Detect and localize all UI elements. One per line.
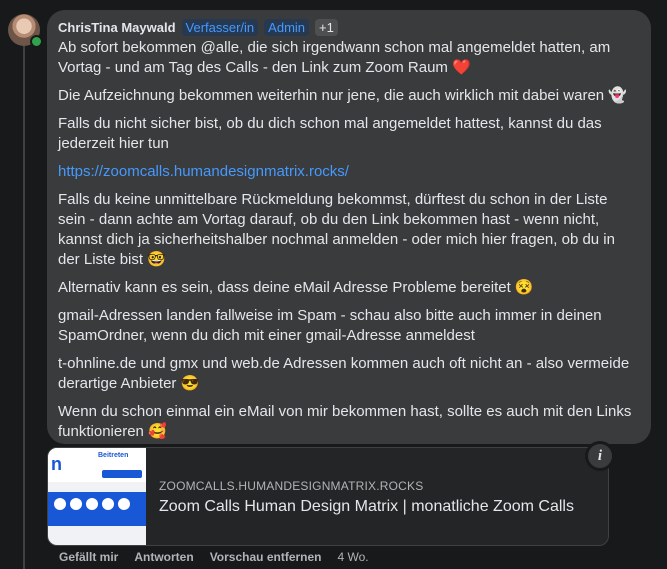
online-status-icon <box>30 35 43 48</box>
thread-line <box>23 44 25 569</box>
thumb-button-bar <box>102 470 142 478</box>
thumb-join-label: Beitreten <box>98 452 129 459</box>
thumb-logo: n <box>51 454 62 474</box>
comment-bubble: ChrisTina Maywald Verfasser/in Admin +1 … <box>47 10 651 444</box>
info-icon: i <box>588 444 612 468</box>
thumb-dot <box>54 498 66 510</box>
timestamp[interactable]: 4 Wo. <box>338 550 369 564</box>
preview-title[interactable]: Zoom Calls Human Design Matrix | monatli… <box>159 498 574 516</box>
comment-text: Ab sofort bekommen @alle, die sich irgen… <box>58 38 638 450</box>
paragraph: t-ohnline.de und gmx und web.de Adressen… <box>58 355 630 392</box>
thumb-dot <box>118 498 130 510</box>
link-preview-card[interactable]: n Beitreten ZOOMCALLS.HUMANDESIGNMATRIX.… <box>47 447 609 546</box>
paragraph: Wenn du schon einmal ein eMail von mir b… <box>58 403 632 440</box>
paragraph: gmail-Adressen landen fallweise im Spam … <box>58 307 602 344</box>
preview-thumbnail: n Beitreten <box>48 448 146 545</box>
thumb-dot <box>70 498 82 510</box>
info-button[interactable]: i <box>585 441 615 471</box>
zoom-link[interactable]: https://zoomcalls.humandesignmatrix.rock… <box>58 163 349 180</box>
paragraph: Falls du nicht sicher bist, ob du dich s… <box>58 115 602 152</box>
thumb-dot <box>86 498 98 510</box>
comment-header: ChrisTina Maywald Verfasser/in Admin +1 <box>58 18 338 36</box>
thumb-dot <box>102 498 114 510</box>
preview-domain: ZOOMCALLS.HUMANDESIGNMATRIX.ROCKS <box>159 479 424 493</box>
like-button[interactable]: Gefällt mir <box>59 550 118 564</box>
paragraph: Falls du keine unmittelbare Rückmeldung … <box>58 191 615 268</box>
author-name[interactable]: ChrisTina Maywald <box>58 20 176 35</box>
paragraph: Die Aufzeichnung bekommen weiterhin nur … <box>58 87 627 104</box>
badge-admin: Admin <box>264 18 310 36</box>
reply-button[interactable]: Antworten <box>134 550 193 564</box>
paragraph: Ab sofort bekommen @alle, die sich irgen… <box>58 39 611 76</box>
paragraph: Alternativ kann es sein, dass deine eMai… <box>58 279 534 296</box>
badge-author: Verfasser/in <box>181 18 259 36</box>
badge-more[interactable]: +1 <box>315 18 338 36</box>
remove-preview-button[interactable]: Vorschau entfernen <box>210 550 322 564</box>
comment-actions: Gefällt mir Antworten Vorschau entfernen… <box>59 550 369 564</box>
